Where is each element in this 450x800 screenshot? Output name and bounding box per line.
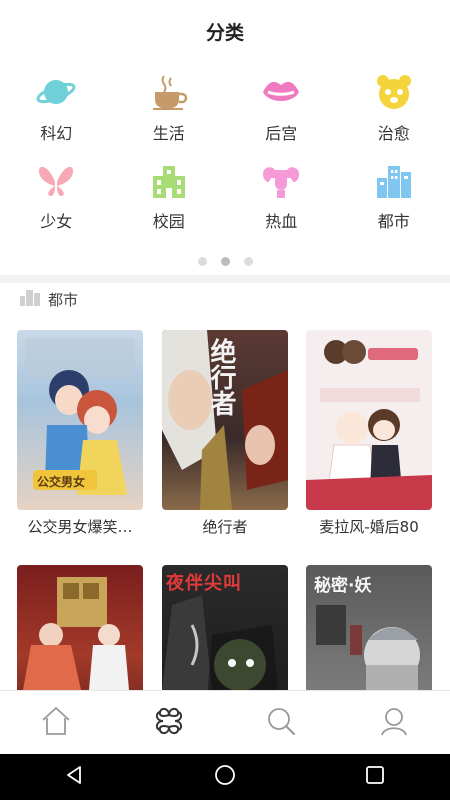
search-icon (264, 704, 298, 742)
category-label: 都市 (377, 212, 410, 231)
bear-face-icon (374, 72, 414, 112)
book-card[interactable]: 公交男女 公交男女爆笑… (17, 330, 143, 537)
tab-home[interactable] (0, 691, 113, 755)
home-circle-icon[interactable] (214, 764, 236, 790)
category-label: 后宫 (265, 124, 298, 143)
book-card[interactable]: 麦拉风-婚后80 (306, 330, 432, 537)
category-hotblood[interactable]: 热血 (225, 160, 338, 248)
category-grid: 科幻 生活 后宫 治愈 少女 校园 热血 都市 (0, 72, 450, 242)
back-triangle-icon[interactable] (64, 764, 86, 790)
category-city[interactable]: 都市 (338, 160, 450, 248)
category-girl[interactable]: 少女 (0, 160, 113, 248)
cover-title: 夜伴尖叫 (166, 573, 242, 594)
tab-profile[interactable] (338, 691, 450, 755)
bottom-tab-bar (0, 690, 450, 755)
system-navigation-bar (0, 754, 450, 800)
pager-dot[interactable] (197, 257, 207, 266)
book-card[interactable]: 绝行者 绝行者 (162, 330, 288, 537)
page-title: 分类 (205, 21, 244, 44)
book-title: 公交男女爆笑… (27, 518, 133, 536)
book-cover[interactable]: 绝行者 (162, 330, 288, 510)
category-label: 治愈 (377, 124, 410, 143)
category-label: 科幻 (40, 124, 73, 143)
category-label: 校园 (152, 212, 185, 231)
category-label: 少女 (40, 212, 73, 231)
recent-square-icon[interactable] (364, 764, 386, 790)
category-label: 生活 (152, 124, 185, 143)
page-header: 分类 (0, 0, 450, 62)
pager-dot-active[interactable] (220, 257, 230, 266)
coffee-cup-icon (149, 72, 189, 112)
home-icon (39, 704, 73, 742)
category-label: 热血 (265, 212, 298, 231)
category-campus[interactable]: 校园 (113, 160, 226, 248)
category-healing[interactable]: 治愈 (338, 72, 450, 160)
book-cover[interactable] (306, 330, 432, 510)
tab-search[interactable] (225, 691, 338, 755)
section-heading: 都市 (20, 288, 78, 310)
category-pager (0, 257, 450, 266)
butterfly-icon (36, 160, 76, 200)
section-divider (0, 275, 450, 283)
lips-icon (261, 72, 301, 112)
category-life[interactable]: 生活 (113, 72, 226, 160)
category-icon (152, 704, 186, 742)
section-label: 都市 (48, 290, 79, 309)
category-scifi[interactable]: 科幻 (0, 72, 113, 160)
book-title: 绝行者 (202, 518, 248, 536)
cover-title: 秘密·妖 (314, 576, 372, 596)
planet-icon (36, 72, 76, 112)
school-building-icon (149, 160, 189, 200)
tab-category[interactable] (113, 691, 226, 755)
muscle-arm-icon (261, 160, 301, 200)
city-section-icon (20, 288, 40, 310)
cover-title: 公交男女 (37, 475, 86, 489)
profile-icon (377, 704, 411, 742)
category-harem[interactable]: 后宫 (225, 72, 338, 160)
cover-title: 绝行者 (206, 338, 236, 416)
city-buildings-icon (374, 160, 414, 200)
book-title: 麦拉风-婚后80 (319, 518, 419, 536)
pager-dot[interactable] (243, 257, 253, 266)
book-cover[interactable]: 公交男女 (17, 330, 143, 510)
